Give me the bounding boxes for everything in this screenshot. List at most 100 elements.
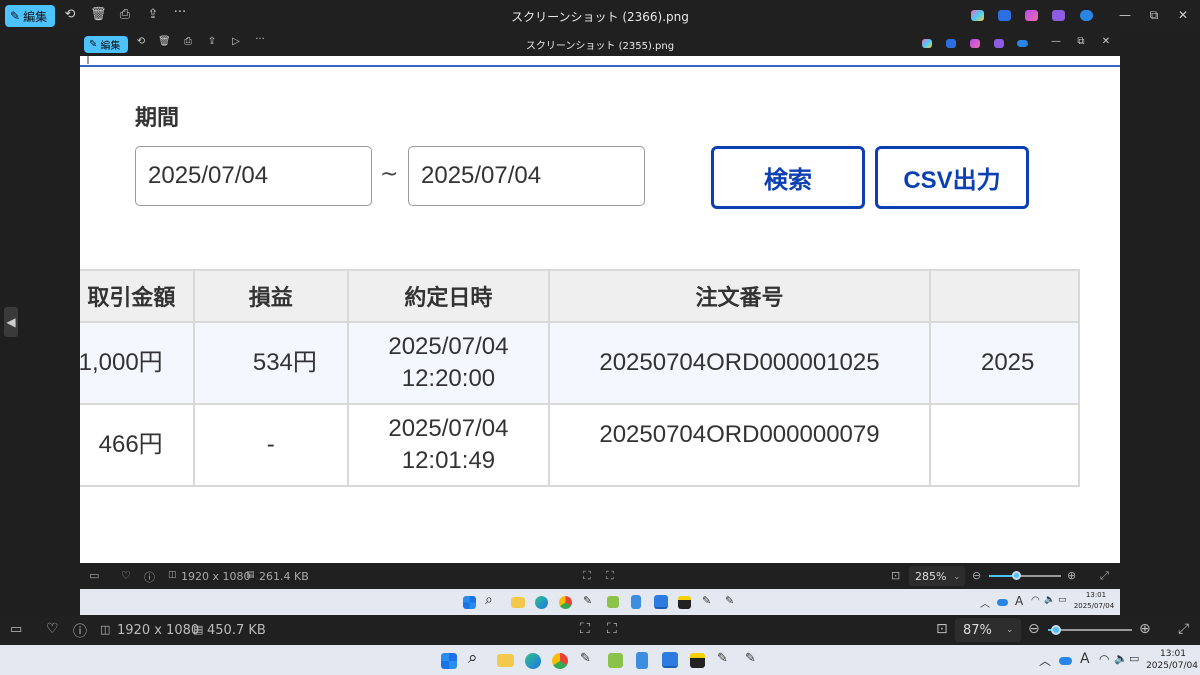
slider-knob[interactable] (1051, 625, 1061, 635)
edge-icon[interactable] (535, 596, 548, 609)
search-icon[interactable]: ⌕ (485, 592, 493, 608)
photos-app-icon[interactable] (994, 39, 1004, 48)
app-icon[interactable]: ✎ (580, 651, 591, 666)
crop-icon[interactable]: ⛶ (583, 569, 591, 583)
rotate-icon[interactable]: ⟲ (135, 36, 147, 47)
photos-app-icon[interactable] (1052, 10, 1065, 21)
fullscreen-icon[interactable]: ⤢ (1100, 569, 1109, 583)
crop-icon[interactable]: ⛶ (580, 621, 590, 637)
wifi-icon[interactable]: ◠ (1099, 652, 1109, 666)
app-icon[interactable]: ✎ (725, 594, 734, 607)
outer-zoom-slider[interactable] (1048, 624, 1132, 636)
inner-clock-time[interactable]: 13:01 (1076, 591, 1116, 599)
sticky-notes-icon[interactable] (678, 596, 691, 609)
edge-icon[interactable] (525, 653, 541, 669)
inner-restore-button[interactable]: ⧉ (1075, 36, 1087, 47)
fit-icon[interactable]: ⊡ (891, 569, 900, 582)
favorite-icon[interactable]: ♡ (121, 569, 131, 582)
search-icon[interactable]: ⌕ (468, 648, 478, 668)
fullscreen-icon[interactable]: ⤢ (1178, 621, 1189, 637)
filmstrip-icon[interactable]: ▭ (10, 622, 22, 637)
print-icon[interactable]: ⎙ (182, 36, 194, 47)
restore-button[interactable]: ⧉ (1147, 8, 1161, 23)
slideshow-icon[interactable]: ▷ (230, 36, 242, 47)
info-icon[interactable]: ⓘ (144, 569, 155, 585)
search-button[interactable]: 検索 (711, 146, 865, 209)
inner-close-button[interactable]: ✕ (1100, 36, 1112, 47)
share-icon[interactable]: ⇪ (145, 7, 161, 22)
copilot-icon[interactable] (922, 39, 932, 48)
app-icon[interactable]: ✎ (745, 651, 756, 666)
delete-icon[interactable]: 🗑 (158, 36, 171, 47)
file-explorer-icon[interactable] (497, 654, 514, 667)
date-from-input[interactable]: 2025/07/04 (135, 146, 372, 206)
table-header-row: 取引金額 損益 約定日時 注文番号 (80, 269, 1081, 323)
chrome-icon[interactable] (559, 596, 572, 609)
copilot-icon[interactable] (971, 10, 984, 21)
app-icon[interactable]: ✎ (583, 594, 592, 607)
volume-icon[interactable]: 🔈 (1114, 652, 1128, 665)
volume-icon[interactable]: 🔈 (1044, 595, 1055, 605)
scan-icon[interactable]: ⛶ (606, 569, 614, 583)
start-icon[interactable] (441, 653, 457, 669)
delete-icon[interactable]: 🗑 (90, 7, 107, 22)
photos-taskbar-icon[interactable] (654, 595, 668, 609)
onedrive-tray-icon[interactable] (1059, 657, 1072, 665)
clipchamp-icon[interactable] (1025, 10, 1038, 21)
previous-image-button[interactable]: ◀ (4, 307, 18, 337)
paint-icon[interactable] (608, 653, 623, 668)
sticky-notes-icon[interactable] (690, 653, 705, 668)
inner-zoom-slider[interactable] (989, 571, 1061, 581)
paint-icon[interactable] (607, 596, 619, 608)
filmstrip-icon[interactable]: ▭ (89, 569, 99, 582)
ime-indicator[interactable]: A (1015, 594, 1023, 608)
onedrive-icon[interactable] (1080, 10, 1093, 21)
battery-icon[interactable]: ▭ (1129, 652, 1139, 665)
more-icon[interactable]: ··· (254, 34, 266, 45)
zoom-out-icon[interactable]: ⊖ (972, 569, 981, 582)
chrome-icon[interactable] (552, 653, 568, 669)
outer-zoom-select[interactable]: 87% ⌄ (955, 618, 1021, 642)
date-to-input[interactable]: 2025/07/04 (408, 146, 645, 206)
wifi-icon[interactable]: ◠ (1031, 595, 1040, 606)
inner-minimize-button[interactable]: — (1050, 36, 1062, 47)
notepad-icon[interactable] (636, 652, 648, 669)
notepad-icon[interactable] (631, 595, 641, 609)
zoom-in-icon[interactable]: ⊕ (1139, 621, 1151, 637)
print-icon[interactable]: ⎙ (117, 7, 133, 22)
info-icon[interactable]: ⓘ (73, 621, 87, 641)
ime-indicator[interactable]: A (1080, 651, 1090, 667)
inner-edit-button[interactable]: ✎ 編集 (84, 36, 128, 53)
favorite-icon[interactable]: ♡ (46, 621, 59, 637)
app-icon[interactable]: ✎ (702, 594, 711, 607)
file-explorer-icon[interactable] (511, 597, 525, 608)
more-icon[interactable]: ··· (172, 5, 188, 20)
fit-icon[interactable]: ⊡ (936, 621, 948, 637)
onedrive-icon[interactable] (1017, 40, 1028, 47)
designer-icon[interactable] (946, 39, 956, 48)
minimize-button[interactable]: — (1118, 8, 1132, 22)
onedrive-tray-icon[interactable] (997, 599, 1008, 606)
scan-icon[interactable]: ⛶ (607, 621, 617, 637)
outer-clock-date[interactable]: 2025/07/04 (1146, 661, 1198, 671)
edit-button[interactable]: ✎ 編集 (5, 5, 55, 27)
rotate-icon[interactable]: ⟲ (62, 7, 78, 22)
period-label: 期間 (135, 106, 180, 131)
chevron-up-icon[interactable]: ︿ (980, 595, 990, 610)
designer-icon[interactable] (998, 10, 1011, 21)
zoom-out-icon[interactable]: ⊖ (1028, 621, 1040, 637)
start-icon[interactable] (463, 596, 476, 609)
inner-zoom-select[interactable]: 285% ⌄ (909, 566, 965, 586)
close-button[interactable]: ✕ (1176, 8, 1190, 22)
zoom-in-icon[interactable]: ⊕ (1067, 569, 1076, 582)
clipchamp-icon[interactable] (970, 39, 980, 48)
outer-clock-time[interactable]: 13:01 (1150, 649, 1196, 659)
share-icon[interactable]: ⇪ (206, 36, 218, 47)
inner-clock-date[interactable]: 2025/07/04 (1072, 602, 1116, 610)
battery-icon[interactable]: ▭ (1058, 595, 1067, 605)
slider-knob[interactable] (1011, 571, 1021, 580)
chevron-up-icon[interactable]: ︿ (1039, 652, 1051, 669)
photos-taskbar-icon[interactable] (662, 652, 678, 668)
app-icon[interactable]: ✎ (717, 651, 728, 666)
csv-export-button[interactable]: CSV出力 (875, 146, 1029, 209)
